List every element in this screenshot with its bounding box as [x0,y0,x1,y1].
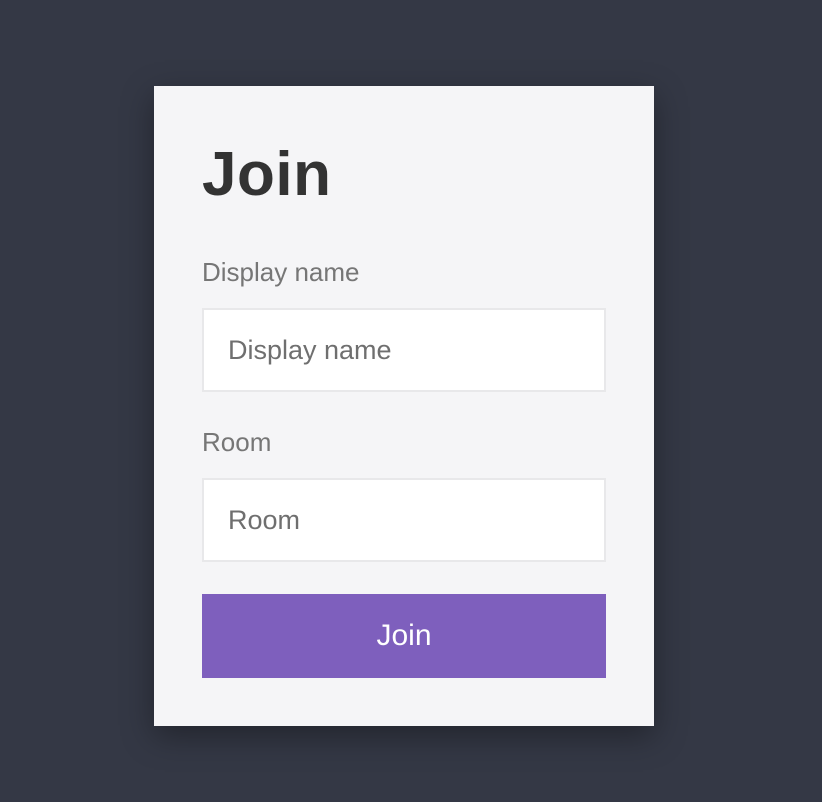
room-label: Room [202,427,272,457]
display-name-label: Display name [202,257,360,287]
page: { "form": { "title": "Join", "display_na… [0,0,822,802]
join-form-card: Join Display name Room Join [154,86,654,726]
form-title: Join [202,140,332,209]
display-name-input[interactable] [202,308,606,392]
join-button[interactable]: Join [202,594,606,678]
room-input[interactable] [202,478,606,562]
